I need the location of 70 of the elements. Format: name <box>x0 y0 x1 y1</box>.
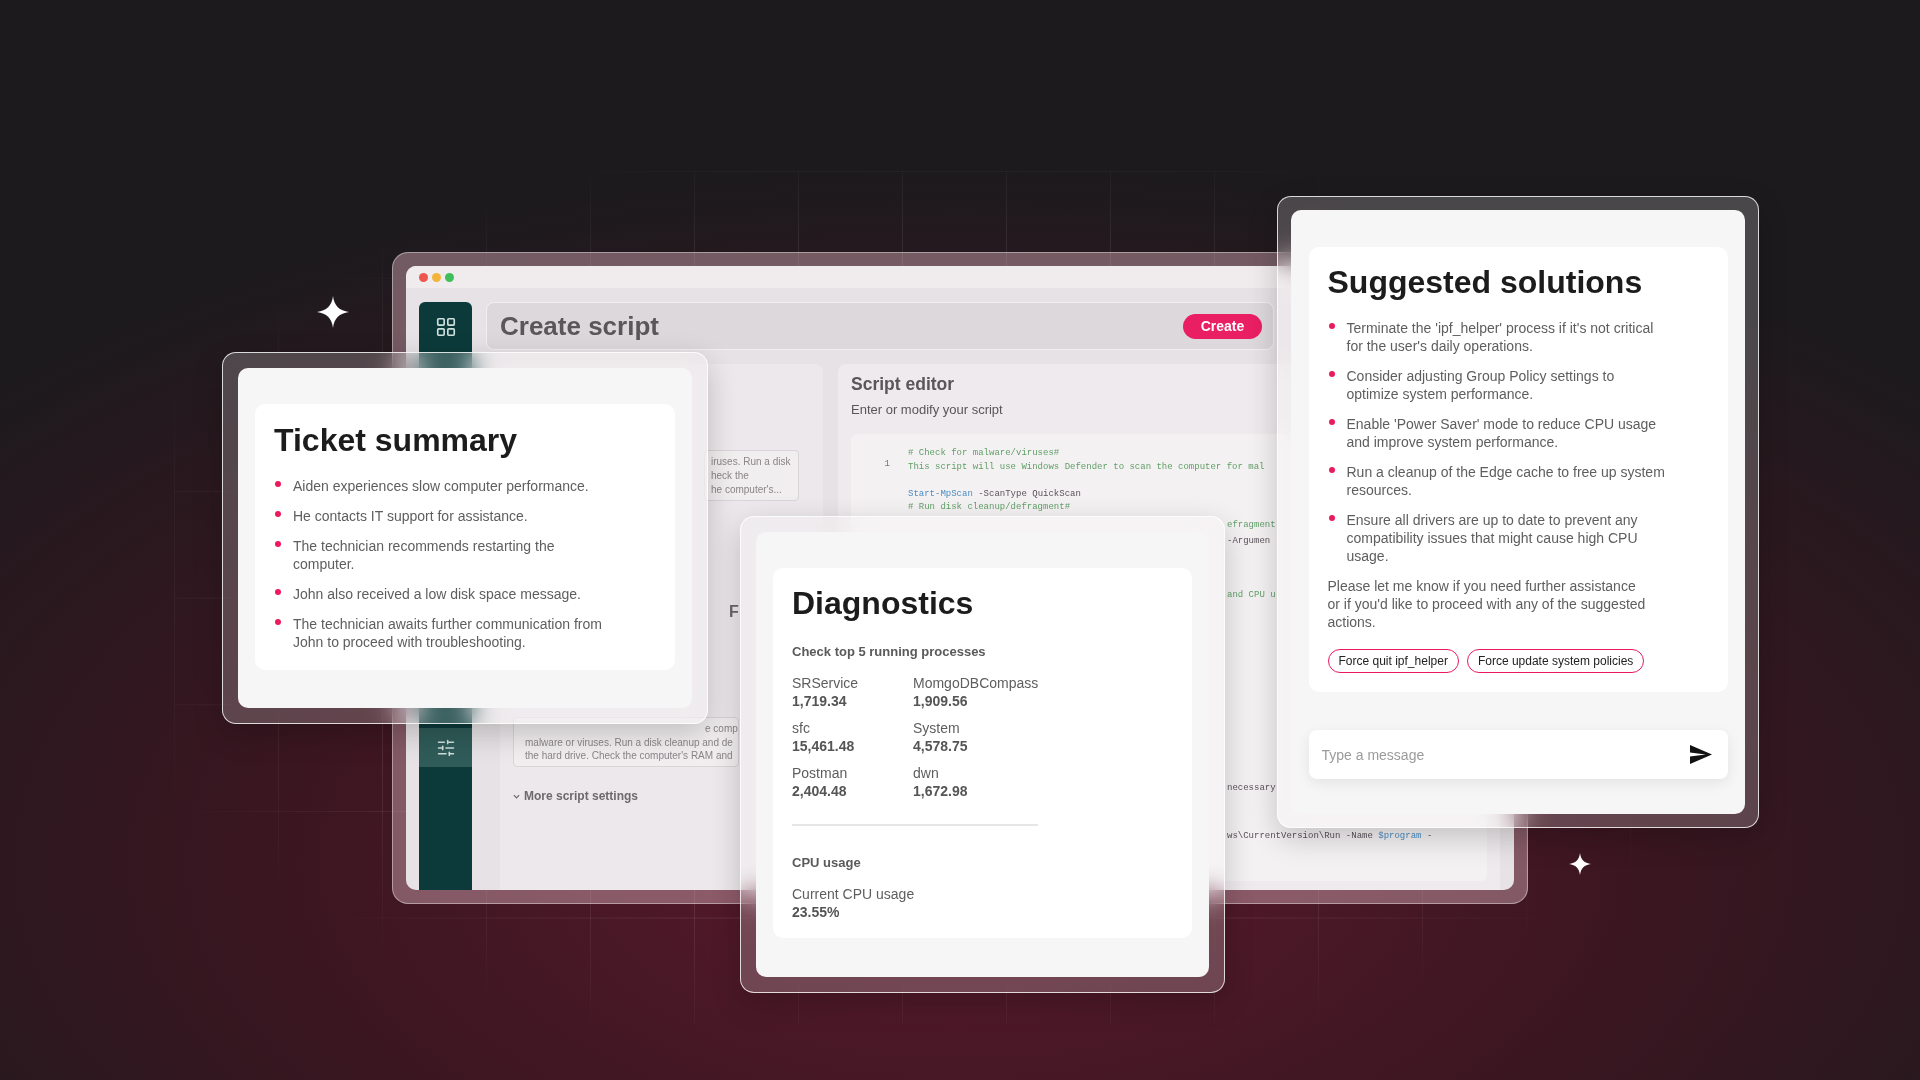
create-button[interactable]: Create <box>1183 313 1262 339</box>
bullet-icon <box>1328 467 1335 473</box>
list-item-text: Aiden experiences slow computer performance. <box>293 477 590 495</box>
bullet-icon <box>1328 515 1335 521</box>
process-name: dwn <box>913 764 939 782</box>
code-line: This script will use Windows Defender to scan the computer for mal <box>908 460 1265 474</box>
code-line: Start-MpScan -ScanType QuickScan <box>908 487 1081 501</box>
process-name: MomgoDBCompass <box>913 674 1039 692</box>
list-item-text: Terminate the 'ipf_helper' process if it's not critical for the user's daily operations. <box>1346 319 1655 355</box>
list-item-text: John also received a low disk space message. <box>293 585 582 603</box>
quick-action-button[interactable]: Force quit ipf_helper <box>1327 649 1459 673</box>
bullet-icon <box>275 619 281 625</box>
code-line: ws\CurrentVersion\Run -Name $program - <box>1227 829 1433 843</box>
bullet-icon <box>275 511 281 517</box>
message-field[interactable]: Type a message <box>1308 730 1728 779</box>
process-value: 2,404.48 <box>792 782 847 801</box>
quick-action-button[interactable]: Force update system policies <box>1466 649 1645 673</box>
list-item-text: The technician awaits further communication from John to proceed with troubleshooting. <box>293 615 603 651</box>
cpu-usage-value: 23.55% <box>792 903 840 921</box>
process-name: sfc <box>792 719 810 737</box>
process-value: 15,461.48 <box>792 737 855 756</box>
process-value: 1,909.56 <box>913 692 968 711</box>
list-item-text: Consider adjusting Group Policy settings to optimize system performance. <box>1346 367 1616 403</box>
process-value: 1,672.98 <box>913 782 968 801</box>
sliders-icon <box>435 737 456 758</box>
line-number: 1 <box>884 458 890 471</box>
process-value: 1,719.34 <box>792 692 847 711</box>
card-title: Diagnostics <box>792 584 974 622</box>
process-name: SRService <box>792 674 859 692</box>
caret-icon <box>513 793 520 799</box>
code-line: # Check for malware/viruses# <box>908 447 1060 460</box>
cpu-usage-label: Current CPU usage <box>792 885 915 903</box>
code-line: efragment <box>1227 519 1276 532</box>
message-text: Please let me know if you need further assistance or if you'd like to proceed with any of the suggested actions. <box>1327 577 1647 631</box>
bullet-icon <box>275 541 281 547</box>
grid-icon <box>434 316 457 338</box>
process-name: Postman <box>792 764 848 782</box>
section-label: Check top 5 running processes <box>792 643 986 661</box>
sparkle-icon <box>1569 853 1591 875</box>
page-title: Create script <box>500 310 659 342</box>
send-icon <box>1689 745 1712 764</box>
list-item-text: He contacts IT support for assistance. <box>293 507 529 525</box>
code-line: necessary <box>1227 782 1276 795</box>
editor-subtitle: Enter or modify your script <box>851 402 1003 418</box>
editor-title: Script editor <box>851 373 955 396</box>
send-button[interactable] <box>1689 745 1712 764</box>
list-item-text: Run a cleanup of the Edge cache to free up system resources. <box>1346 463 1666 499</box>
code-line: # Run disk cleanup/defragment# <box>908 501 1071 514</box>
section-heading: F <box>729 602 739 622</box>
description-field[interactable]: iruses. Run a disk heck the he computer's... <box>704 450 799 501</box>
process-name: System <box>913 719 960 737</box>
window-close-icon[interactable] <box>419 272 428 282</box>
more-settings-toggle[interactable]: More script settings <box>513 788 639 804</box>
bullet-icon <box>1328 371 1335 377</box>
notes-field[interactable]: e comp malware or viruses. Run a disk cleanup and de the hard drive. Check the computer's RAM and <box>513 717 739 767</box>
card-title: Ticket summary <box>274 421 518 459</box>
code-line: and CPU u <box>1227 589 1276 602</box>
code-line: -Argumen <box>1227 535 1271 548</box>
sparkle-icon <box>317 296 349 328</box>
bullet-icon <box>275 589 281 595</box>
bullet-icon <box>1328 323 1335 329</box>
card-title: Suggested solutions <box>1327 263 1643 301</box>
process-value: 4,578.75 <box>913 737 968 756</box>
bullet-icon <box>1328 419 1335 425</box>
section-label: CPU usage <box>792 854 861 872</box>
bullet-icon <box>275 481 281 487</box>
sidebar-item[interactable] <box>419 728 472 767</box>
list-item-text: The technician recommends restarting the computer. <box>293 537 556 573</box>
list-item-text: Enable 'Power Saver' mode to reduce CPU usage and improve system performance. <box>1346 415 1658 451</box>
list-item-text: Ensure all drivers are up to date to prevent any compatibility issues that might cause high CPU usage. <box>1346 511 1639 565</box>
